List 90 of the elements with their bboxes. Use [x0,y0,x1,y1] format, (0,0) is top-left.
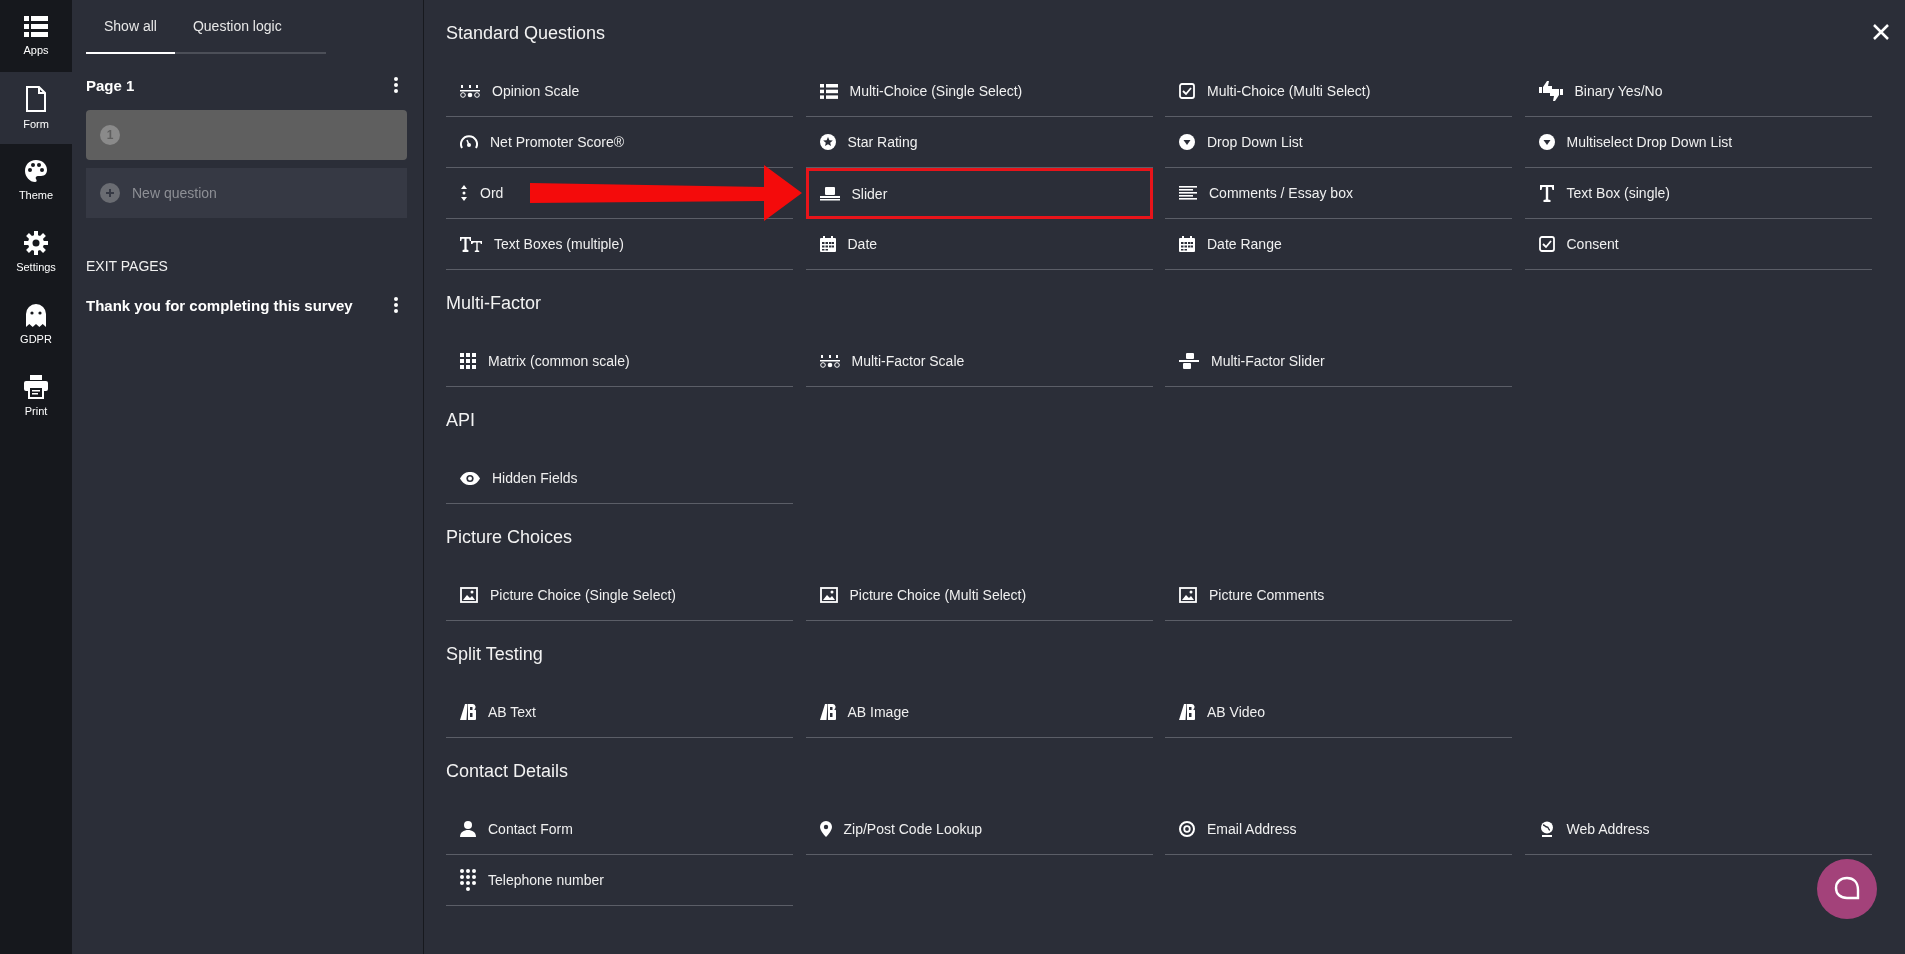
question-type-item[interactable]: Multi-Choice (Single Select) [805,66,1029,116]
question-type-item[interactable]: Date Range [1165,219,1288,269]
section-heading: API [446,409,475,432]
question-type-item[interactable]: Picture Comments [1165,570,1331,620]
question-type-item[interactable]: Net Promoter Score® [446,117,631,167]
image-icon [819,587,838,603]
split-test-icon [819,704,836,720]
close-button[interactable] [1871,22,1891,42]
question-type-item[interactable]: Ord [446,168,510,218]
rail-item[interactable]: Theme [0,144,72,216]
question-type-item[interactable]: Comments / Essay box [1165,168,1359,218]
section-heading: Picture Choices [446,526,573,549]
page-title: Page 1 [86,76,135,94]
question-type-item[interactable]: Email Address [1165,804,1303,854]
printer-icon [24,375,48,399]
close-icon [1871,22,1891,42]
question-type-item[interactable]: Slider [805,168,1153,219]
more-icon[interactable] [393,76,399,94]
question-type-item[interactable]: Contact Form [446,804,579,854]
question-type-item[interactable]: Opinion Scale [446,66,586,116]
question-type-item[interactable]: Date [805,219,884,269]
person-icon [460,821,476,837]
question-type-item[interactable]: Multi-Factor Scale [805,336,971,386]
document-icon [25,86,47,112]
text-icon [1538,184,1555,202]
calendar-icon [819,236,836,252]
question-type-item[interactable]: Picture Choice (Single Select) [446,570,682,620]
dialpad-icon [460,869,476,891]
tab[interactable]: Show all [86,0,175,54]
rail-item[interactable]: Apps [0,0,72,72]
dropdown-icon [1538,134,1555,150]
thumbs-icon [1538,81,1563,101]
section-heading: EXIT PAGES [86,258,169,274]
plus-icon [100,183,120,203]
rail-item[interactable]: Print [0,360,72,432]
dropdown-icon [1179,134,1195,150]
tab[interactable]: Question logic [174,0,300,54]
settings-icon [24,231,48,255]
rail-item[interactable]: Form [0,72,72,144]
more-icon[interactable] [393,296,399,314]
question-type-item[interactable]: Zip/Post Code Lookup [805,804,989,854]
question-type-item[interactable]: Consent [1524,219,1625,269]
image-icon [1179,587,1197,603]
question-type-item[interactable]: Multi-Choice (Multi Select) [1165,66,1377,116]
scale-icon [460,84,480,98]
question-type-item[interactable]: Binary Yes/No [1524,66,1669,116]
question-type-item[interactable]: Multiselect Drop Down List [1524,117,1739,167]
question-type-item[interactable]: Text Box (single) [1524,168,1676,218]
map-pin-icon [819,821,832,837]
eye-icon [460,471,480,485]
section-heading: Standard Questions [446,22,606,45]
chat-bubble-icon [1834,876,1860,902]
question-type-item[interactable]: Text Boxes (multiple) [446,219,630,269]
calendar-icon [1179,236,1195,252]
text-lines-icon [1179,186,1197,200]
text-size-icon [460,236,482,252]
palette-icon [24,159,48,183]
apps-icon [24,16,48,38]
grid-icon [460,353,476,369]
slider-icon [1179,353,1199,369]
checkbox-icon [1538,236,1555,252]
gauge-icon [460,135,478,149]
list-icon [819,83,838,99]
exit-page-title[interactable]: Thank you for completing this survey [86,296,353,314]
question-type-item[interactable]: AB Image [805,687,915,737]
question-type-item[interactable]: Web Address [1524,804,1656,854]
question-type-item[interactable]: AB Video [1165,687,1272,737]
split-test-icon [1179,704,1195,720]
ghost-icon [25,303,47,327]
question-type-item[interactable]: Telephone number [446,855,610,905]
rail-item[interactable]: Settings [0,216,72,288]
star-icon [819,134,836,150]
split-test-icon [460,704,476,720]
image-icon [460,587,478,603]
section-heading: Multi-Factor [446,292,541,315]
question-type-item[interactable]: Matrix (common scale) [446,336,636,386]
slider-icon [819,186,840,201]
section-heading: Contact Details [446,760,569,783]
section-heading: Split Testing [446,643,543,666]
question-type-item[interactable]: AB Text [446,687,542,737]
up-down-icon [460,185,468,201]
scale-icon [819,354,840,368]
rail-item[interactable]: GDPR [0,288,72,360]
question-type-item[interactable]: Multi-Factor Slider [1165,336,1331,386]
question-type-item[interactable]: Picture Choice (Multi Select) [805,570,1033,620]
question-type-item[interactable]: Star Rating [805,117,924,167]
question-type-item[interactable]: Hidden Fields [446,453,584,503]
question-type-item[interactable]: Drop Down List [1165,117,1309,167]
checkbox-icon [1179,83,1195,99]
new-question-button[interactable]: New question [86,168,407,218]
